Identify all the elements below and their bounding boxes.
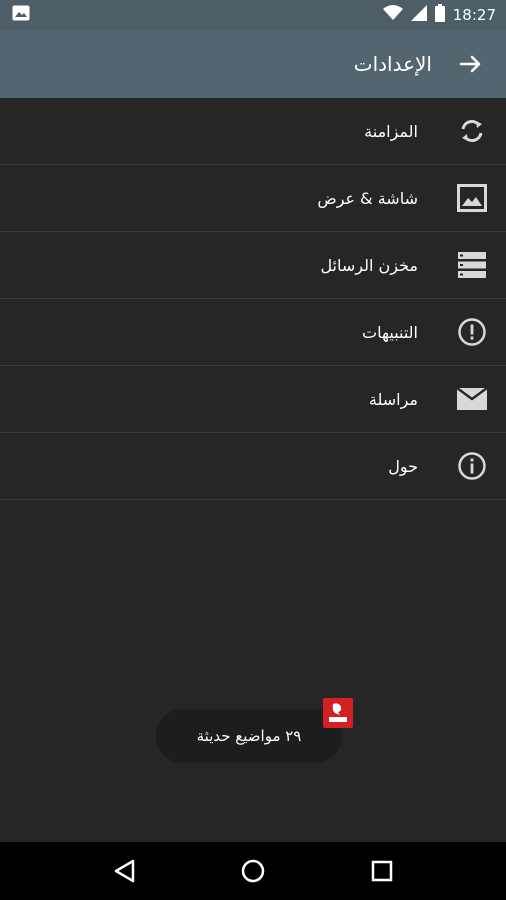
settings-item-messaging[interactable]: مراسلة	[0, 366, 506, 433]
status-bar: 18:27	[0, 0, 506, 30]
storage-icon	[456, 249, 488, 281]
settings-item-label: مخزن الرسائل	[320, 255, 418, 275]
settings-item-storage[interactable]: مخزن الرسائل	[0, 232, 506, 299]
image-icon	[456, 182, 488, 214]
alert-icon	[456, 316, 488, 348]
settings-list: المزامنة شاشة & عرض مخزن الرسائل التنبيه…	[0, 98, 506, 500]
settings-item-notifications[interactable]: التنبيهات	[0, 299, 506, 366]
settings-item-label: مراسلة	[368, 389, 418, 409]
settings-item-display[interactable]: شاشة & عرض	[0, 165, 506, 232]
new-topics-toast[interactable]: ٢٩ مواضيع حديثة	[156, 709, 342, 763]
nav-back-icon[interactable]	[104, 851, 144, 891]
nav-home-icon[interactable]	[233, 851, 273, 891]
info-icon	[456, 450, 488, 482]
system-nav-bar	[0, 842, 506, 900]
settings-item-label: حول	[388, 456, 418, 476]
settings-item-about[interactable]: حول	[0, 433, 506, 500]
settings-item-label: المزامنة	[364, 121, 418, 141]
mail-icon	[456, 383, 488, 415]
status-icons: 18:27	[382, 4, 496, 26]
battery-icon	[434, 4, 445, 26]
arrow-back-icon[interactable]	[458, 51, 484, 77]
image-notification-icon	[12, 5, 30, 25]
settings-item-label: التنبيهات	[362, 322, 418, 342]
sync-icon	[456, 115, 488, 147]
nav-recents-icon[interactable]	[362, 851, 402, 891]
page-title: الإعدادات	[353, 52, 432, 76]
app-logo-icon	[323, 698, 353, 728]
app-toolbar: الإعدادات	[0, 30, 506, 98]
settings-item-sync[interactable]: المزامنة	[0, 98, 506, 165]
clock: 18:27	[452, 6, 496, 24]
toast-text: ٢٩ مواضيع حديثة	[196, 727, 302, 745]
settings-item-label: شاشة & عرض	[317, 188, 418, 208]
wifi-icon	[382, 5, 403, 25]
signal-icon	[410, 5, 427, 25]
